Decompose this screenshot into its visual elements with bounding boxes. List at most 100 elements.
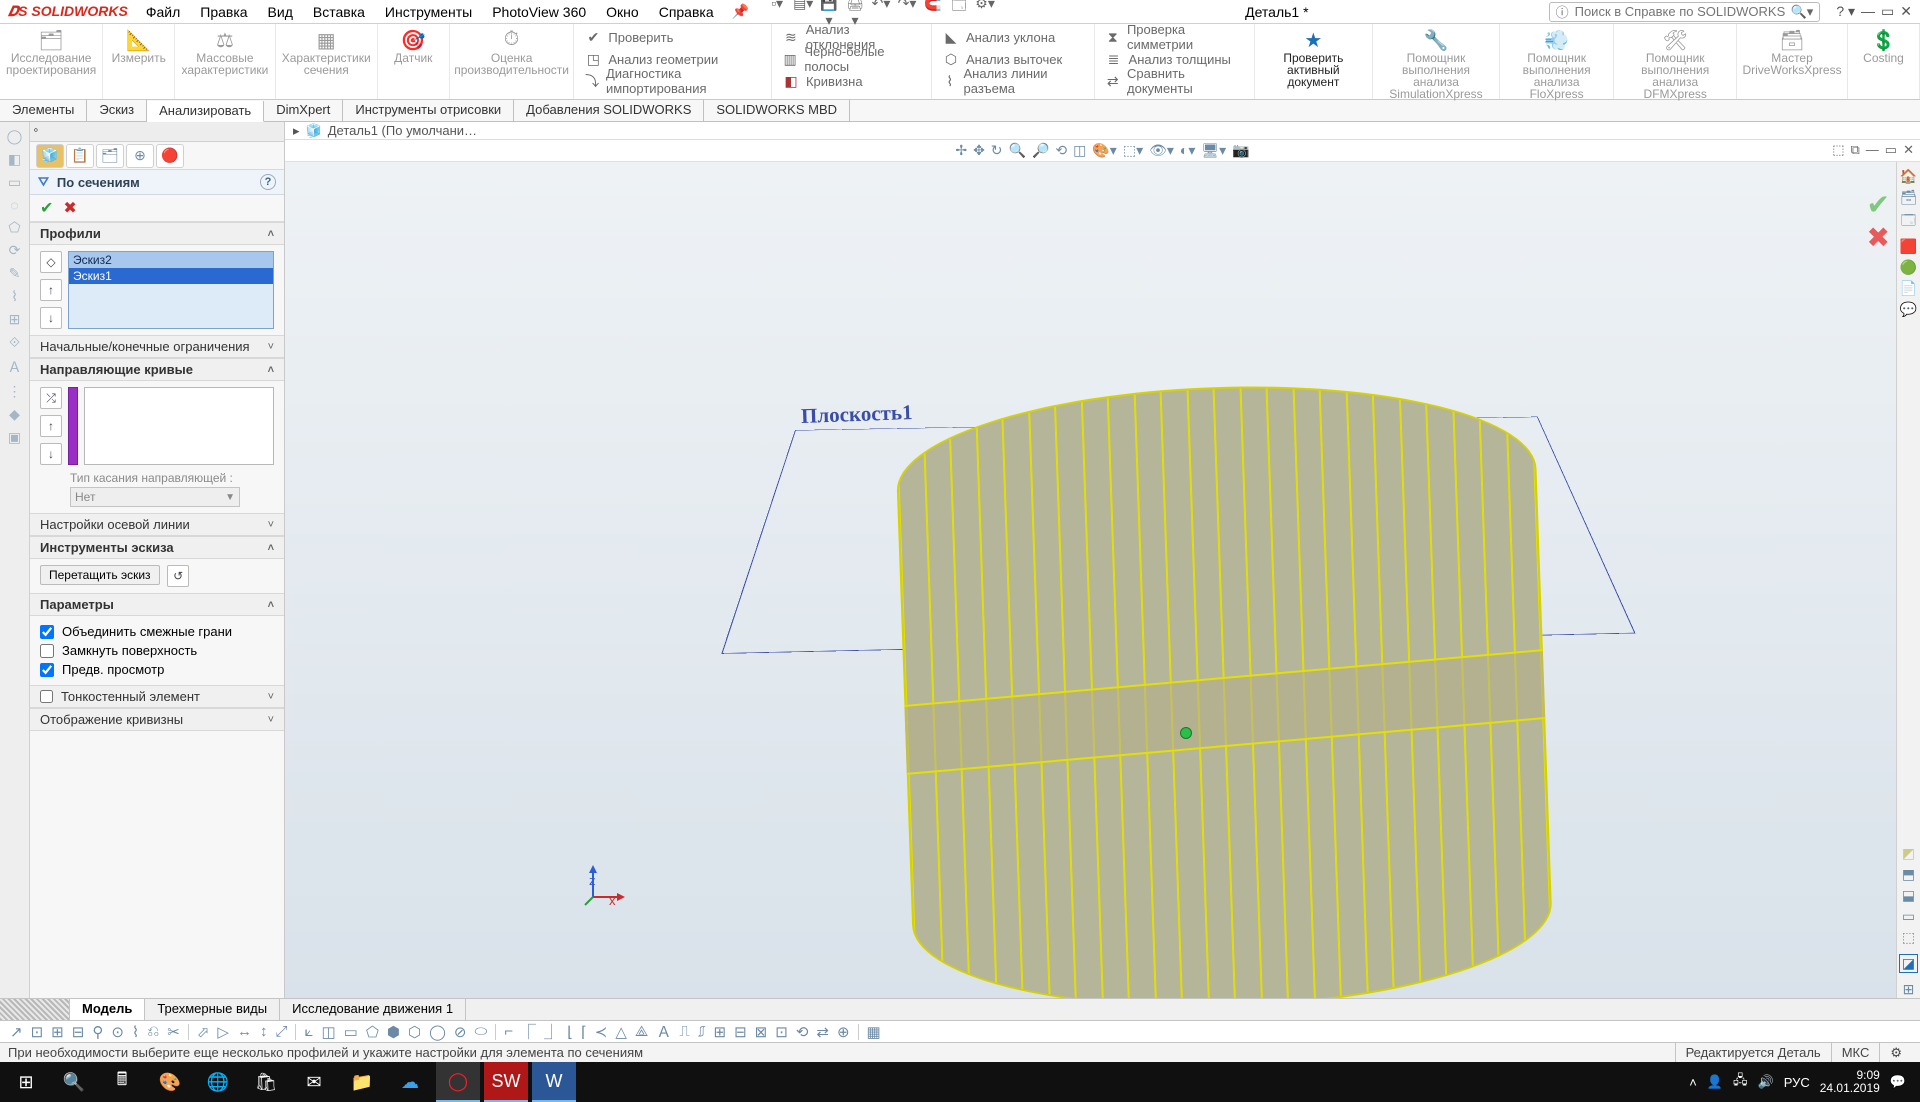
taskpane-misc-icon[interactable]: ⬓ (1902, 887, 1915, 904)
sk-icon[interactable]: ⊘ (454, 1023, 467, 1041)
sk-icon[interactable]: ↔ (237, 1023, 252, 1040)
pm-tab-config-icon[interactable]: 🗂 (96, 144, 124, 168)
vp-link-icon[interactable]: ⧉ (1851, 142, 1860, 158)
taskbar-opera-icon[interactable]: ◯ (436, 1062, 480, 1102)
taskpane-custom-icon[interactable]: 🟢 (1900, 259, 1917, 276)
tab-sketch[interactable]: Эскиз (87, 100, 147, 121)
menu-help[interactable]: Справка (649, 4, 724, 20)
thinwall-checkbox[interactable] (40, 690, 53, 703)
sk-icon[interactable]: △ (615, 1023, 627, 1041)
tool-icon[interactable]: ◌ (10, 197, 18, 213)
panel-grip[interactable]: ◦ (30, 122, 284, 142)
tab-dimxpert[interactable]: DimXpert (264, 100, 343, 121)
taskbar-mail-icon[interactable]: ✉ (292, 1062, 336, 1102)
ribbon-simxpress[interactable]: 🔧Помощниквыполнения анализаSimulationXpr… (1373, 24, 1500, 99)
taskbar-store-icon[interactable]: 🛍 (244, 1062, 288, 1102)
vp-close-icon[interactable]: ✕ (1903, 142, 1914, 158)
tab-addins[interactable]: Добавления SOLIDWORKS (514, 100, 704, 121)
taskbar-calc-icon[interactable]: 🖩 (100, 1062, 144, 1102)
ribbon-measure[interactable]: 📐Измерить (103, 24, 175, 99)
tab-analyze[interactable]: Анализировать (147, 101, 264, 122)
display-style-icon[interactable]: 🎨▾ (1092, 142, 1116, 159)
tray-people-icon[interactable]: 👤 (1707, 1074, 1723, 1090)
sk-icon[interactable]: ⬢ (387, 1023, 400, 1041)
taskbar-search-icon[interactable]: 🔍 (52, 1062, 96, 1102)
sk-icon[interactable]: ⟲ (796, 1023, 809, 1041)
status-units[interactable]: МКС (1831, 1043, 1880, 1062)
sk-icon[interactable]: ⌈ (581, 1023, 587, 1041)
tab-motion1[interactable]: Исследование движения 1 (280, 999, 466, 1020)
tool-icon[interactable]: ⊞ (9, 311, 21, 328)
tray-network-icon[interactable]: 🖧 (1733, 1071, 1748, 1093)
sk-icon[interactable]: ⊡ (31, 1023, 44, 1041)
ribbon-cmd-zebra[interactable]: ▥Черно-белые полосы (782, 48, 921, 70)
ribbon-cmd-parting[interactable]: ⌇Анализ линии разъема (942, 70, 1084, 92)
tangency-select[interactable]: Нет▼ (70, 487, 240, 507)
ribbon-cmd-import-diag[interactable]: ⤵Диагностика импортирования (584, 70, 761, 92)
taskbar-edge-icon[interactable]: 🌐 (196, 1062, 240, 1102)
ribbon-sensor[interactable]: 🎯Датчик (378, 24, 450, 99)
view-pan-icon[interactable]: ✥ (973, 142, 985, 159)
ribbon-section-props[interactable]: ▦Характеристикисечения (276, 24, 378, 99)
ribbon-cmd-curvature[interactable]: ◧Кривизна (782, 70, 863, 92)
pin-icon[interactable]: 📌 (724, 3, 757, 20)
pm-tab-feature-icon[interactable]: 🧊 (36, 144, 64, 168)
section-start-end[interactable]: Начальные/конечные ограничения˅ (30, 335, 284, 358)
status-extra-icon[interactable]: ⚙ (1879, 1043, 1912, 1062)
tool-icon[interactable]: ▭ (8, 174, 21, 191)
tab-render[interactable]: Инструменты отрисовки (343, 100, 514, 121)
sk-icon[interactable]: ⬡ (408, 1023, 421, 1041)
opt-merge[interactable]: Объединить смежные грани (40, 622, 274, 641)
sk-icon[interactable]: ⬀ (197, 1023, 210, 1041)
sk-icon[interactable]: ≺ (595, 1023, 608, 1041)
camera-icon[interactable]: 📷 (1232, 142, 1249, 159)
sk-icon[interactable]: ↕ (260, 1023, 268, 1040)
ribbon-performance[interactable]: ⏱Оценкапроизводительности (450, 24, 575, 99)
section-guides[interactable]: Направляющие кривые˄ (30, 358, 284, 381)
taskpane-misc-icon[interactable]: ⊞ (1903, 981, 1915, 998)
taskpane-view-icon[interactable]: 🗔 (1901, 210, 1916, 234)
taskpane-home-icon[interactable]: 🏠 (1900, 168, 1917, 185)
tool-icon[interactable]: ⌇ (11, 288, 18, 305)
taskpane-misc-icon[interactable]: ⬒ (1902, 866, 1915, 883)
sk-icon[interactable]: ⟁ (635, 1023, 648, 1040)
sk-icon[interactable]: ⇄ (816, 1023, 829, 1041)
taskbar-solidworks-icon[interactable]: SW (484, 1062, 528, 1102)
menu-view[interactable]: Вид (258, 4, 303, 20)
section-view-icon[interactable]: ◫ (1073, 142, 1086, 159)
sk-icon[interactable]: ◯ (429, 1023, 446, 1041)
taskbar-word-icon[interactable]: W (532, 1062, 576, 1102)
sk-icon[interactable]: ▦ (867, 1023, 881, 1041)
view-cube-icon[interactable]: ⬚▾ (1123, 142, 1143, 159)
tab-model[interactable]: Модель (70, 999, 145, 1020)
ribbon-cmd-check[interactable]: ✔Проверить (584, 26, 673, 48)
sk-icon[interactable]: ⊞ (714, 1023, 727, 1041)
profiles-listbox[interactable]: Эскиз2 Эскиз1 (68, 251, 274, 329)
taskpane-lib-icon[interactable]: 🗃 (1900, 189, 1918, 206)
profile-direction-icon[interactable]: ◇ (40, 251, 62, 273)
tool-icon[interactable]: ◆ (9, 406, 20, 423)
sk-icon[interactable]: ⊙ (111, 1023, 124, 1041)
sk-icon[interactable]: Ａ (656, 1021, 671, 1042)
profile-move-up[interactable]: ↑ (40, 279, 62, 301)
view-orient-icon[interactable]: ✢ (955, 142, 967, 159)
tab-3dviews[interactable]: Трехмерные виды (145, 999, 280, 1020)
tray-chevron-icon[interactable]: ˄ (1689, 1075, 1697, 1090)
render-icon[interactable]: 🖥▾ (1201, 142, 1226, 159)
guide-move-up[interactable]: ↑ (40, 415, 62, 437)
vp-max-icon[interactable]: ▭ (1885, 142, 1897, 158)
cancel-button[interactable]: ✖ (63, 198, 76, 218)
orientation-triad[interactable]: zx (585, 865, 625, 908)
help-search-input[interactable] (1575, 4, 1785, 19)
sk-icon[interactable]: ⌇ (132, 1023, 139, 1041)
sk-icon[interactable]: ⬠ (366, 1023, 379, 1041)
ribbon-cmd-compare[interactable]: ⇄Сравнить документы (1105, 70, 1244, 92)
reject-preview-icon[interactable]: ✖ (1867, 222, 1890, 253)
pm-tab-dim-icon[interactable]: ⊕ (126, 144, 154, 168)
tool-icon[interactable]: ⟐ (9, 334, 20, 351)
taskpane-active-icon[interactable]: ◪ (1899, 954, 1918, 973)
sk-icon[interactable]: ⊕ (837, 1023, 850, 1041)
taskpane-prop-icon[interactable]: 📄 (1900, 280, 1917, 297)
menu-photoview[interactable]: PhotoView 360 (482, 4, 596, 20)
zoom-area-icon[interactable]: 🔎 (1032, 142, 1049, 159)
